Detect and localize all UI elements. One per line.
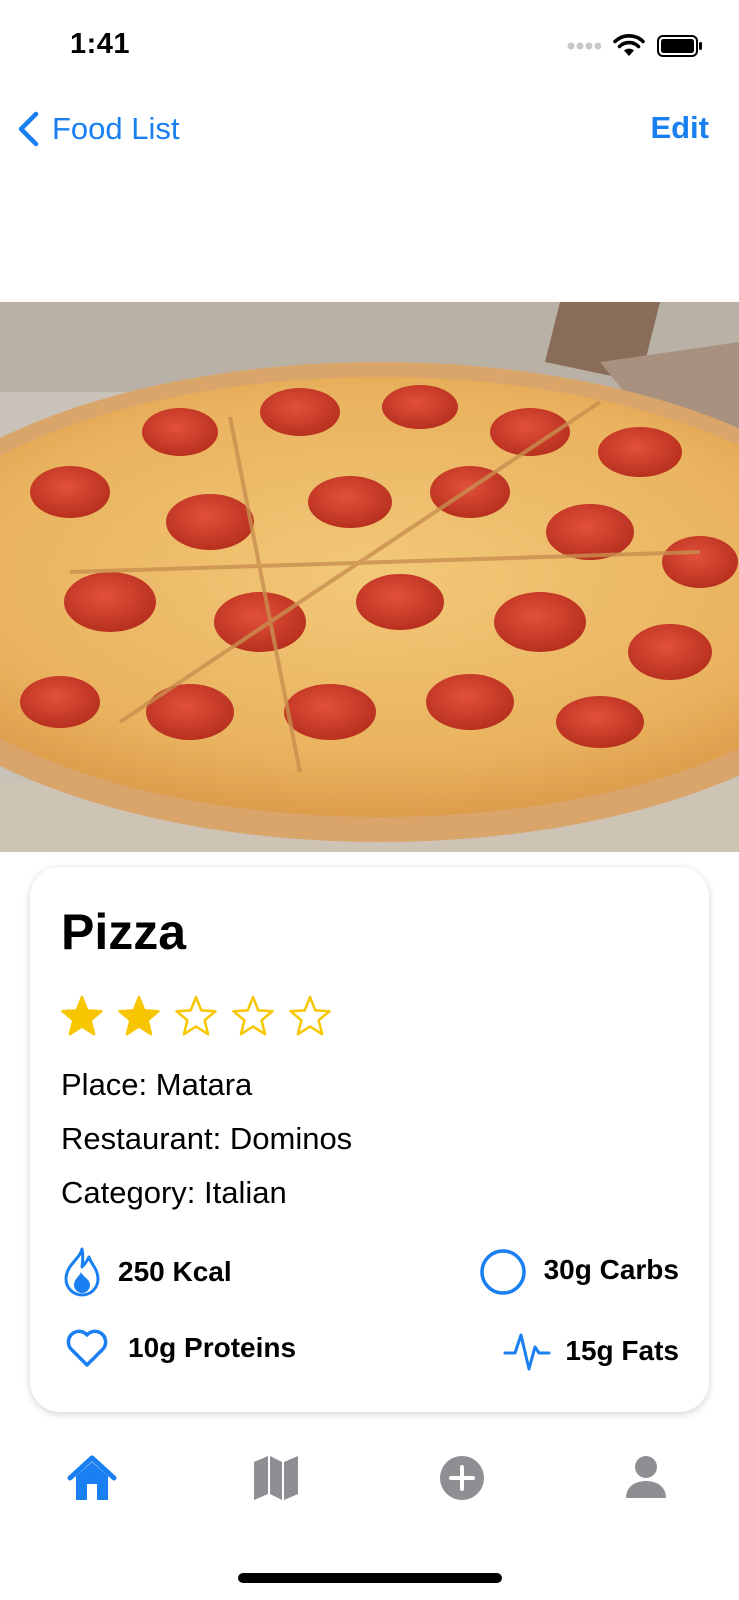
heart-icon: [66, 1329, 108, 1367]
star-filled-icon[interactable]: [117, 995, 161, 1039]
food-name: Pizza: [61, 904, 187, 960]
tab-add[interactable]: [438, 1454, 486, 1507]
stat-kcal: 250 Kcal: [60, 1245, 232, 1299]
house-icon: [67, 1455, 117, 1500]
star-empty-icon[interactable]: [231, 995, 275, 1039]
stat-kcal-label: 250 Kcal: [118, 1256, 232, 1287]
status-bar: 1:41: [0, 0, 739, 96]
food-image: [0, 302, 739, 852]
wifi-icon: [613, 34, 645, 56]
back-button[interactable]: Food List: [16, 110, 180, 148]
stat-carbs: 30g Carbs: [478, 1245, 679, 1295]
food-restaurant: Restaurant: Dominos: [61, 1121, 353, 1156]
tab-home[interactable]: [66, 1454, 118, 1507]
food-place: Place: Matara: [61, 1067, 253, 1102]
star-empty-icon[interactable]: [288, 995, 332, 1039]
status-time: 1:41: [70, 28, 131, 60]
navigation-bar: Food List Edit: [0, 100, 739, 164]
star-filled-icon[interactable]: [60, 995, 104, 1039]
rating-stars[interactable]: [60, 995, 332, 1039]
home-indicator: [238, 1573, 502, 1583]
tab-profile[interactable]: [624, 1454, 668, 1507]
battery-icon: [657, 35, 702, 57]
food-detail-card: Pizza Place: Matara Restaurant: Dominos …: [30, 867, 709, 1412]
cellular-signal-icon: [567, 42, 601, 50]
stat-fats-label: 15g Fats: [565, 1335, 679, 1366]
flame-icon: [64, 1247, 100, 1297]
stat-carbs-label: 30g Carbs: [543, 1254, 679, 1285]
stat-proteins: 10g Proteins: [64, 1327, 296, 1369]
tab-map[interactable]: [252, 1454, 300, 1507]
map-icon: [254, 1456, 298, 1500]
plus-circle-icon: [440, 1456, 484, 1500]
back-button-label: Food List: [52, 111, 180, 146]
waveform-pulse-icon: [503, 1333, 551, 1371]
star-empty-icon[interactable]: [174, 995, 218, 1039]
chevron-left-icon: [18, 111, 39, 147]
stat-fats: 15g Fats: [503, 1327, 679, 1375]
food-category: Category: Italian: [61, 1175, 287, 1210]
edit-button[interactable]: Edit: [650, 110, 709, 146]
stat-proteins-label: 10g Proteins: [128, 1332, 297, 1363]
person-icon: [626, 1456, 666, 1498]
circle-icon: [479, 1249, 526, 1295]
status-icons: [567, 34, 703, 58]
tab-bar: [0, 1440, 739, 1520]
